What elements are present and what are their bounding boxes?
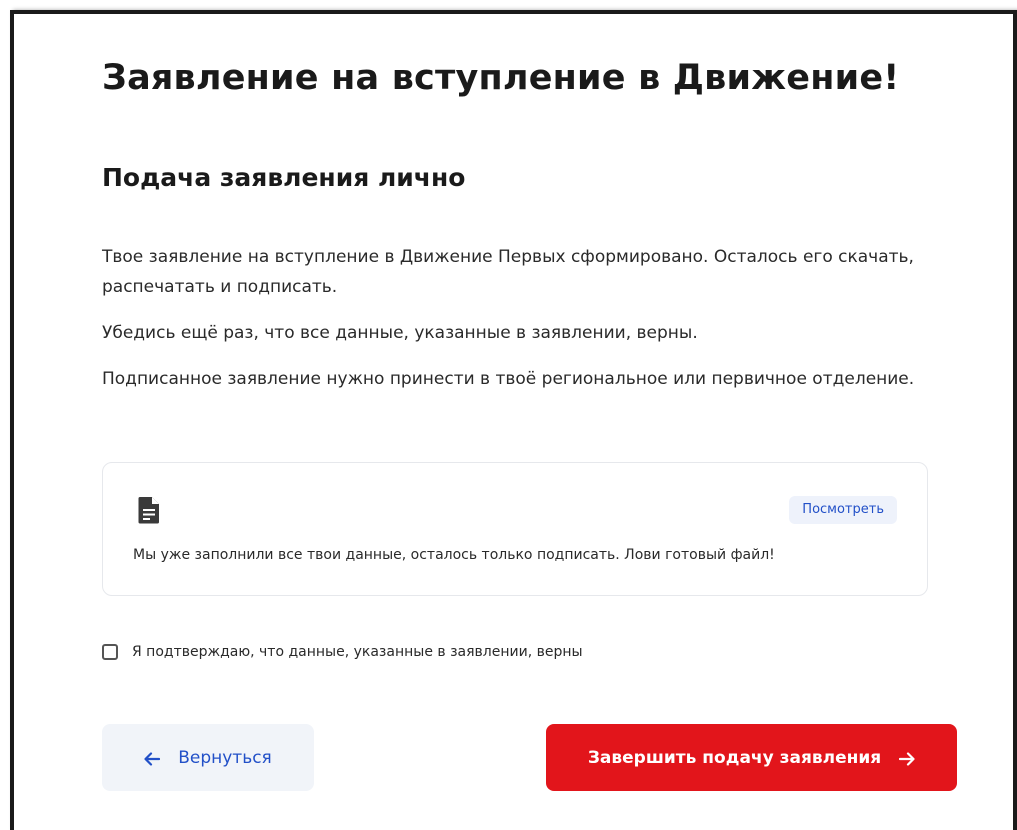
file-card-text: Мы уже заполнили все твои данные, остало… (133, 547, 775, 563)
arrow-left-icon (144, 751, 161, 766)
confirm-row: Я подтверждаю, что данные, указанные в з… (102, 641, 583, 663)
page-title: Заявление на вступление в Движение! (102, 58, 900, 98)
confirm-checkbox[interactable] (102, 644, 118, 660)
submit-application-button[interactable]: Завершить подачу заявления (546, 724, 957, 791)
back-button-label: Вернуться (178, 747, 272, 768)
verify-paragraph: Убедись ещё раз, что все данные, указанн… (102, 323, 698, 343)
bring-paragraph: Подписанное заявление нужно принести в т… (102, 369, 915, 389)
view-file-button[interactable]: Посмотреть (789, 496, 897, 524)
file-card: Посмотреть Мы уже заполнили все твои дан… (102, 462, 928, 596)
confirm-label[interactable]: Я подтверждаю, что данные, указанные в з… (132, 644, 583, 660)
section-title: Подача заявления лично (102, 163, 466, 192)
intro-paragraph: Твое заявление на вступление в Движение … (102, 247, 914, 297)
document-icon (137, 496, 161, 524)
arrow-right-icon (899, 751, 915, 766)
window-frame: Заявление на вступление в Движение! Пода… (10, 10, 1017, 830)
back-button[interactable]: Вернуться (102, 724, 314, 791)
submit-button-label: Завершить подачу заявления (587, 747, 882, 768)
